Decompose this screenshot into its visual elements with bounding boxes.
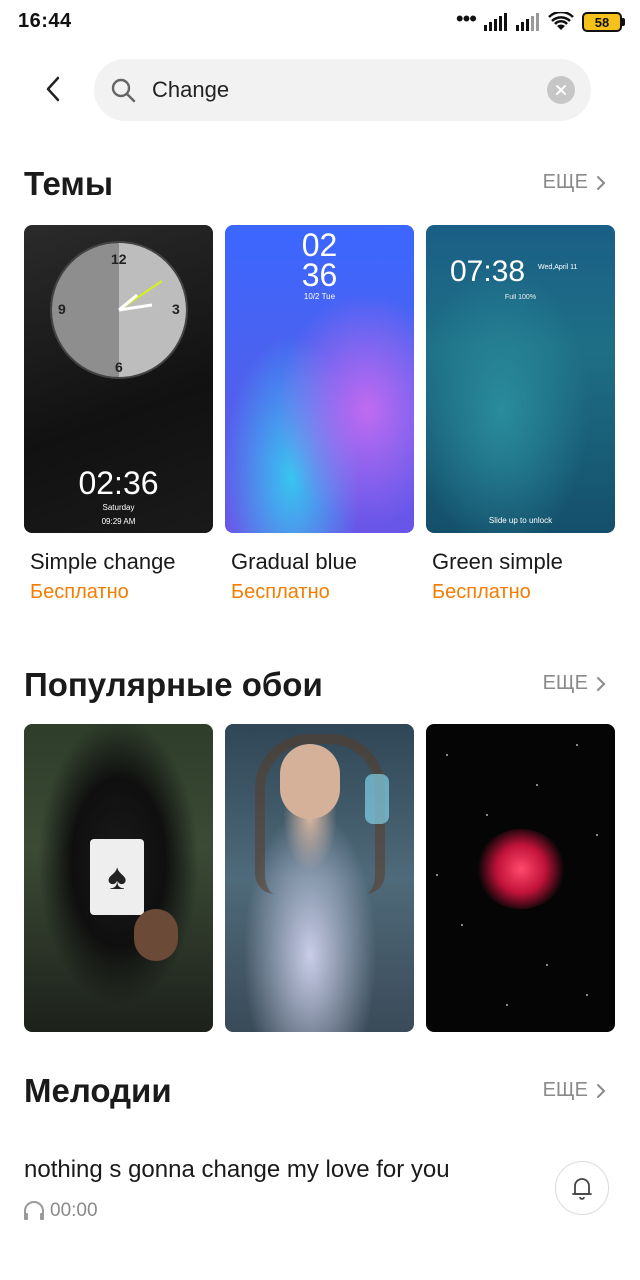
theme-card-green-simple[interactable]: 07:38 Wed,April 11 Full 100% Slide up to… bbox=[426, 225, 615, 533]
theme-name: Green simple bbox=[432, 549, 563, 574]
wallpaper-card[interactable] bbox=[426, 724, 615, 1032]
clear-search-button[interactable] bbox=[547, 76, 575, 104]
bell-icon bbox=[572, 1178, 592, 1200]
wifi-icon bbox=[548, 12, 574, 30]
theme-price: Бесплатно bbox=[432, 581, 531, 603]
melody-duration-row: 00:00 bbox=[22, 1200, 98, 1222]
theme-card-gradual-blue[interactable]: 02 36 10/2 Tue bbox=[225, 225, 414, 533]
battery-level: 58 bbox=[594, 14, 610, 30]
headphones-icon bbox=[24, 1201, 44, 1220]
close-icon bbox=[556, 85, 566, 95]
theme-preview-minute: 36 bbox=[301, 257, 338, 293]
theme-preview-date: 10/2 Tue bbox=[303, 292, 336, 301]
ace-card-image: ♠ bbox=[90, 839, 144, 915]
hand-image bbox=[134, 909, 178, 961]
theme-preview-time: 07:38 bbox=[450, 255, 526, 288]
nebula-image bbox=[475, 828, 566, 909]
search-input[interactable] bbox=[152, 73, 522, 107]
theme-preview-unlock: Slide up to unlock bbox=[488, 516, 553, 525]
wallpapers-title: Популярные обои bbox=[24, 666, 323, 703]
notification-dots: ••• bbox=[455, 6, 477, 31]
themes-more-label: ЕЩЕ bbox=[542, 171, 588, 193]
status-bar: 16:44 ••• 58 bbox=[0, 0, 640, 44]
theme-preview-sub: 09:29 AM bbox=[101, 517, 136, 526]
theme-preview-day: Saturday bbox=[102, 503, 135, 512]
melodies-more-label: ЕЩЕ bbox=[542, 1079, 588, 1101]
clock-face-icon: 12 3 6 9 bbox=[52, 243, 186, 377]
theme-name: Gradual blue bbox=[231, 549, 357, 574]
status-time: 16:44 bbox=[18, 10, 72, 32]
chevron-right-icon bbox=[597, 1083, 606, 1098]
wallpapers-more-link[interactable]: ЕЩЕ bbox=[543, 672, 606, 695]
back-arrow-icon bbox=[46, 76, 60, 102]
wallpapers-more-label: ЕЩЕ bbox=[542, 672, 588, 694]
back-button[interactable] bbox=[36, 72, 70, 106]
glass-image bbox=[365, 774, 389, 824]
theme-price: Бесплатно bbox=[30, 581, 129, 603]
melody-title[interactable]: nothing s gonna change my love for you bbox=[24, 1156, 450, 1184]
theme-preview-date: Wed,April 11 bbox=[538, 264, 578, 271]
search-icon bbox=[111, 78, 136, 103]
signal-icon bbox=[484, 13, 507, 31]
theme-preview-time: 02:36 bbox=[78, 465, 159, 501]
themes-title: Темы bbox=[24, 165, 114, 202]
search-bar bbox=[94, 59, 591, 121]
theme-card-simple-change[interactable]: 12 3 6 9 02:36 Saturday 09:29 AM bbox=[24, 225, 213, 533]
wallpaper-card[interactable] bbox=[225, 724, 414, 1032]
wallpaper-card[interactable]: ♠ bbox=[24, 724, 213, 1032]
melody-duration: 00:00 bbox=[50, 1200, 98, 1221]
signal-icon-2 bbox=[516, 13, 539, 31]
clock-hands-icon bbox=[118, 280, 163, 312]
set-ringtone-button[interactable] bbox=[555, 1161, 609, 1215]
theme-preview-battery: Full 100% bbox=[504, 294, 537, 301]
melodies-more-link[interactable]: ЕЩЕ bbox=[543, 1079, 606, 1102]
status-icons: ••• 58 bbox=[455, 6, 625, 32]
theme-name: Simple change bbox=[30, 549, 176, 574]
theme-price: Бесплатно bbox=[231, 581, 330, 603]
chevron-right-icon bbox=[597, 175, 606, 190]
chevron-right-icon bbox=[597, 676, 606, 691]
melodies-title: Мелодии bbox=[24, 1072, 172, 1109]
themes-more-link[interactable]: ЕЩЕ bbox=[543, 171, 606, 194]
battery-icon: 58 bbox=[582, 12, 625, 32]
